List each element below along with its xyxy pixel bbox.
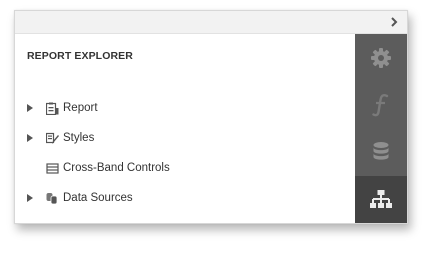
styles-icon	[45, 131, 59, 145]
tree-item-label: Report	[63, 102, 98, 114]
caret-right-icon	[27, 134, 33, 142]
panel-title: REPORT EXPLORER	[27, 50, 133, 62]
data-sources-icon	[45, 191, 59, 205]
collapse-panel-button[interactable]	[385, 13, 403, 31]
caret-right-icon	[27, 194, 33, 202]
gear-icon	[371, 47, 391, 68]
expand-report-button[interactable]	[27, 99, 41, 117]
tree-item-styles[interactable]: Styles	[27, 129, 94, 147]
function-icon	[372, 93, 389, 116]
database-icon	[373, 141, 389, 160]
tree-item-report[interactable]: Report	[27, 99, 98, 117]
tab-expressions[interactable]	[355, 81, 407, 128]
tab-field-list[interactable]	[355, 128, 407, 175]
tree-item-cross-band-controls[interactable]: Cross-Band Controls	[27, 159, 170, 177]
panel-tab-sidebar	[355, 34, 407, 223]
cross-band-icon	[45, 161, 59, 175]
tab-report-explorer[interactable]	[355, 176, 407, 223]
hierarchy-icon	[370, 189, 392, 208]
expander-placeholder	[27, 159, 41, 177]
report-icon	[45, 101, 59, 115]
panel-top-bar	[15, 11, 407, 34]
tab-properties[interactable]	[355, 34, 407, 81]
tree-item-label: Styles	[63, 132, 95, 144]
tree-item-label: Cross-Band Controls	[63, 162, 170, 174]
chevron-right-icon	[391, 17, 398, 27]
caret-right-icon	[27, 104, 33, 112]
tree-item-label: Data Sources	[63, 192, 133, 204]
expand-styles-button[interactable]	[27, 129, 41, 147]
report-explorer-panel: REPORT EXPLORER Report Styles Cross-Band…	[14, 10, 408, 224]
explorer-content: REPORT EXPLORER Report Styles Cross-Band…	[15, 34, 355, 223]
tree-item-data-sources[interactable]: Data Sources	[27, 189, 133, 207]
expand-data-sources-button[interactable]	[27, 189, 41, 207]
